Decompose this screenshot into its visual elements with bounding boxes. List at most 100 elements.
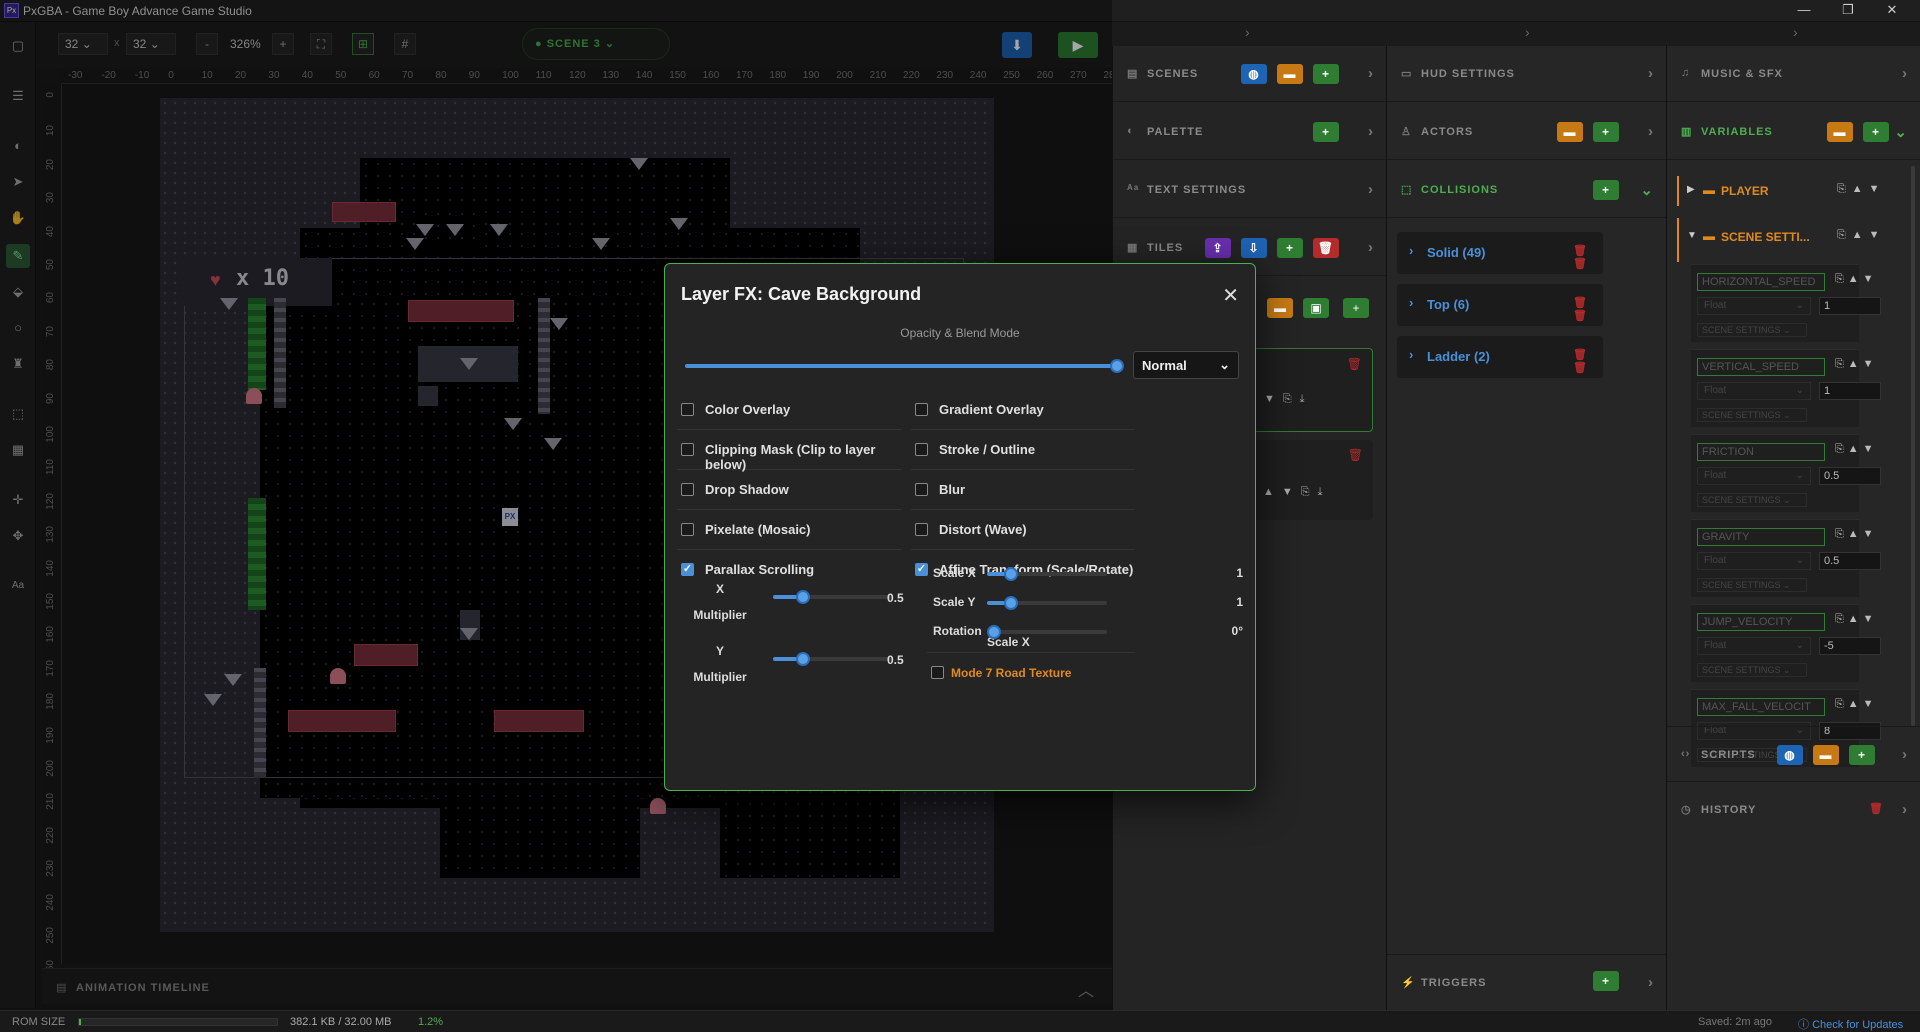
close-icon[interactable]: ✕ — [1872, 2, 1912, 20]
add-actor-button[interactable]: + — [1593, 122, 1619, 142]
fx-option[interactable]: Clipping Mask (Clip to layer below) — [677, 430, 901, 472]
palette-panel-header[interactable]: ◐ PALETTE + › — [1113, 104, 1386, 160]
actors-panel-header[interactable]: ♙ ACTORS ▬ + › — [1387, 104, 1666, 160]
triggers-panel-header[interactable]: ⚡ TRIGGERS + › — [1387, 954, 1666, 1010]
import-icon[interactable]: ⇩ — [1241, 238, 1267, 258]
chevron-down-icon[interactable]: ⌄ — [1640, 181, 1654, 199]
fx-checkbox[interactable] — [681, 403, 694, 416]
variable-item[interactable]: FRICTION ⎘▲▼ Float ⌄ 0.5 SCENE SETTINGS ⌄ — [1691, 434, 1881, 512]
variable-scope-select[interactable]: SCENE SETTINGS ⌄ — [1697, 493, 1807, 507]
chevron-right-icon[interactable]: › — [1793, 24, 1798, 40]
variable-type-select[interactable]: Float ⌄ — [1697, 382, 1811, 400]
music-panel-header[interactable]: ♫ MUSIC & SFX › — [1667, 46, 1920, 102]
chevron-right-icon[interactable]: › — [1368, 65, 1374, 82]
check-updates-link[interactable]: ⓘ Check for Updates — [1798, 1016, 1903, 1032]
variable-name-field[interactable]: HORIZONTAL_SPEED — [1697, 273, 1825, 291]
fx-checkbox[interactable] — [915, 403, 928, 416]
fx-option[interactable]: Drop Shadow — [677, 470, 901, 510]
trash-icon[interactable]: 🗑 — [1348, 448, 1363, 462]
affine-slider[interactable] — [987, 567, 1107, 581]
folder-icon[interactable]: ▬ — [1827, 122, 1853, 142]
variable-value-input[interactable]: 0.5 — [1819, 467, 1881, 485]
chevron-right-icon[interactable]: › — [1368, 123, 1374, 140]
chevron-right-icon[interactable]: › — [1648, 974, 1654, 991]
folder-icon[interactable]: ▬ — [1557, 122, 1583, 142]
fx-checkbox[interactable] — [681, 483, 694, 496]
variable-scope-select[interactable]: SCENE SETTINGS ⌄ — [1697, 578, 1807, 592]
collisions-panel-header[interactable]: ⬚ COLLISIONS + ⌄ — [1387, 162, 1666, 218]
variable-type-select[interactable]: Float ⌄ — [1697, 297, 1811, 315]
mode7-checkbox[interactable] — [931, 666, 944, 679]
add-scene-button[interactable]: + — [1313, 64, 1339, 84]
add-collision-button[interactable]: + — [1593, 180, 1619, 200]
group-tools-icon[interactable]: ⎘▲▼ — [1837, 229, 1886, 242]
chevron-right-icon[interactable]: › — [1648, 123, 1654, 140]
add-trigger-button[interactable]: + — [1593, 971, 1619, 991]
variable-name-field[interactable]: VERTICAL_SPEED — [1697, 358, 1825, 376]
variable-scope-select[interactable]: SCENE SETTINGS ⌄ — [1697, 323, 1807, 337]
collision-item-ladder[interactable]: › Ladder (2) 🗑🗑 — [1397, 336, 1603, 378]
affine-slider[interactable] — [987, 596, 1107, 610]
fx-checkbox[interactable] — [915, 443, 928, 456]
fx-option[interactable]: Stroke / Outline — [911, 430, 1135, 470]
variable-tools-icon[interactable]: ⎘▲▼ — [1835, 613, 1878, 626]
variable-tools-icon[interactable]: ⎘▲▼ — [1835, 273, 1878, 286]
group-tools-icon[interactable]: ⎘▲▼ — [1837, 183, 1886, 196]
variable-item[interactable]: HORIZONTAL_SPEED ⎘▲▼ Float ⌄ 1 SCENE SETTINGS… — [1691, 264, 1881, 342]
variable-tools-icon[interactable]: ⎘▲▼ — [1835, 443, 1878, 456]
hud-settings-panel-header[interactable]: ▭ HUD SETTINGS › — [1387, 46, 1666, 102]
chevron-right-icon[interactable]: › — [1368, 239, 1374, 256]
delete-tile-button[interactable]: 🗑 — [1313, 238, 1339, 258]
layer-tools-icon[interactable]: ▲▼⎘⤓ — [1263, 486, 1330, 499]
parallax-y-slider[interactable] — [773, 652, 891, 666]
chevron-right-icon[interactable]: › — [1648, 65, 1654, 82]
fx-option[interactable]: Pixelate (Mosaic) — [677, 510, 901, 550]
fx-checkbox[interactable] — [915, 483, 928, 496]
fx-checkbox[interactable]: ✓ — [681, 563, 694, 576]
slider-knob[interactable] — [795, 652, 810, 666]
chevron-down-icon[interactable]: ⌄ — [1894, 123, 1908, 141]
blend-mode-select[interactable]: Normal ⌄ — [1133, 351, 1239, 379]
chevron-right-icon[interactable]: › — [1368, 181, 1374, 198]
globe-icon[interactable]: ◍ — [1777, 745, 1803, 765]
minimize-icon[interactable]: — — [1784, 2, 1824, 20]
variable-name-field[interactable]: JUMP_VELOCITY — [1697, 613, 1825, 631]
trash-icon[interactable]: 🗑🗑 — [1573, 296, 1603, 322]
folder-icon[interactable]: ▬ — [1277, 64, 1303, 84]
slider-knob[interactable] — [1110, 359, 1124, 373]
trash-icon[interactable]: 🗑 — [1869, 802, 1884, 815]
fx-option[interactable]: Color Overlay — [677, 390, 901, 430]
affine-slider[interactable] — [987, 625, 1107, 639]
chevron-right-icon[interactable]: › — [1902, 65, 1908, 82]
variable-group-scene-settings[interactable]: ▼ ▬ SCENE SETTI... ⎘▲▼ — [1677, 218, 1905, 262]
variable-name-field[interactable]: GRAVITY — [1697, 528, 1825, 546]
variable-scope-select[interactable]: SCENE SETTINGS ⌄ — [1697, 663, 1807, 677]
variable-name-field[interactable]: MAX_FALL_VELOCIT — [1697, 698, 1825, 716]
folder-icon[interactable]: ▬ — [1813, 745, 1839, 765]
parallax-x-slider[interactable] — [773, 590, 891, 604]
trash-icon[interactable]: 🗑🗑 — [1573, 348, 1603, 374]
text-settings-panel-header[interactable]: Aa TEXT SETTINGS › — [1113, 162, 1386, 218]
collision-item-solid[interactable]: › Solid (49) 🗑🗑 — [1397, 232, 1603, 274]
variable-type-select[interactable]: Float ⌄ — [1697, 637, 1811, 655]
chevron-right-icon[interactable]: › — [1902, 801, 1908, 818]
scenes-panel-header[interactable]: ▤ SCENES ◍ ▬ + › — [1113, 46, 1386, 102]
opacity-slider[interactable] — [685, 359, 1124, 373]
chevron-right-icon[interactable]: › — [1525, 24, 1530, 40]
variable-value-input[interactable]: 1 — [1819, 382, 1881, 400]
add-palette-button[interactable]: + — [1313, 122, 1339, 142]
variable-item[interactable]: VERTICAL_SPEED ⎘▲▼ Float ⌄ 1 SCENE SETTINGS ⌄ — [1691, 349, 1881, 427]
add-variable-button[interactable]: + — [1863, 122, 1889, 142]
restore-icon[interactable]: ❐ — [1828, 2, 1868, 20]
variable-tools-icon[interactable]: ⎘▲▼ — [1835, 358, 1878, 371]
slider-knob[interactable] — [1004, 567, 1018, 581]
trash-icon[interactable]: 🗑 — [1347, 357, 1362, 371]
variable-type-select[interactable]: Float ⌄ — [1697, 552, 1811, 570]
scrollbar[interactable] — [1911, 166, 1915, 726]
slider-knob[interactable] — [795, 590, 810, 604]
fx-option[interactable]: Gradient Overlay — [911, 390, 1135, 430]
fx-checkbox[interactable] — [681, 523, 694, 536]
variables-panel-header[interactable]: ▥ VARIABLES ▬ + ⌄ — [1667, 104, 1920, 160]
fx-checkbox[interactable]: ✓ — [915, 563, 928, 576]
mode7-option[interactable]: Mode 7 Road Texture — [931, 664, 1131, 684]
